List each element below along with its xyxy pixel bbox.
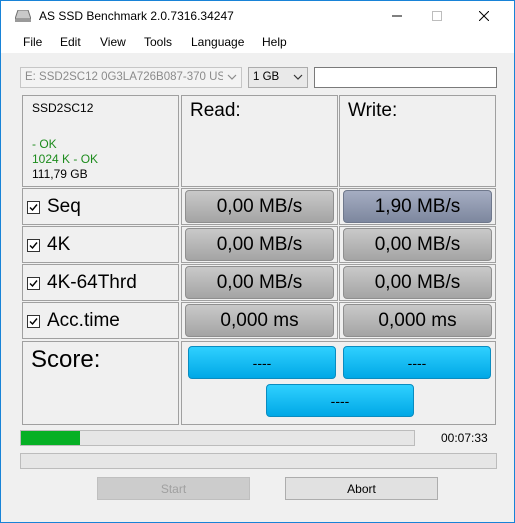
size-select-value: 1 GB xyxy=(253,71,280,83)
chevron-down-icon xyxy=(293,74,303,80)
read-header: Read: xyxy=(190,100,241,121)
alignment-status: 1024 K - OK xyxy=(32,152,99,166)
menu-view[interactable]: View xyxy=(100,35,126,49)
result-cell: 0,00 MB/s xyxy=(339,264,496,301)
check-icon xyxy=(29,279,38,287)
seq-label: Seq xyxy=(47,196,81,217)
drive-name: SSD2SC12 xyxy=(32,101,94,115)
result-cell: 0,000 ms xyxy=(181,302,338,339)
score-write: ---- xyxy=(343,346,491,379)
result-cell: 0,00 MB/s xyxy=(339,226,496,263)
write-header-panel: Write: xyxy=(339,95,496,187)
close-button[interactable] xyxy=(461,1,507,31)
4k-read-value: 0,00 MB/s xyxy=(185,228,334,261)
start-button[interactable]: Start xyxy=(97,477,250,500)
score-total: ---- xyxy=(266,384,414,417)
score-panel: ---- ---- ---- xyxy=(181,341,496,425)
row-label-panel: 4K xyxy=(22,226,179,263)
drive-capacity: 111,79 GB xyxy=(32,167,88,181)
maximize-button[interactable] xyxy=(414,1,460,31)
check-icon xyxy=(29,203,38,211)
row-label-panel: 4K-64Thrd xyxy=(22,264,179,301)
acc-time-write-value: 0,000 ms xyxy=(343,304,492,337)
acc-time-read-value: 0,000 ms xyxy=(185,304,334,337)
4k-64thrd-checkbox[interactable] xyxy=(27,276,40,290)
menu-tools[interactable]: Tools xyxy=(144,35,172,49)
size-select[interactable]: 1 GB xyxy=(248,67,308,88)
drive-icon xyxy=(15,10,31,22)
row-seq[interactable]: Seq xyxy=(27,196,81,218)
minimize-icon xyxy=(392,15,402,17)
menu-help[interactable]: Help xyxy=(262,35,287,49)
abort-button[interactable]: Abort xyxy=(285,477,438,500)
result-cell: 0,00 MB/s xyxy=(181,188,338,225)
result-cell: 0,000 ms xyxy=(339,302,496,339)
app-window: AS SSD Benchmark 2.0.7316.34247 File Edi… xyxy=(0,0,515,523)
extra-text-field[interactable] xyxy=(314,67,497,88)
chevron-down-icon xyxy=(227,74,237,80)
progress-fill xyxy=(21,431,80,445)
score-read: ---- xyxy=(188,346,336,379)
seq-checkbox[interactable] xyxy=(27,200,40,214)
4k-write-value: 0,00 MB/s xyxy=(343,228,492,261)
row-label-panel: Seq xyxy=(22,188,179,225)
acc-time-checkbox[interactable] xyxy=(27,314,40,328)
row-acc-time[interactable]: Acc.time xyxy=(27,310,120,332)
drive-info-panel: SSD2SC12 - OK 1024 K - OK 111,79 GB xyxy=(22,95,179,187)
drive-select-value: E: SSD2SC12 0G3LA726B087-370 USB Device xyxy=(25,71,223,83)
row-4k-64thrd[interactable]: 4K-64Thrd xyxy=(27,272,137,294)
4k-label: 4K xyxy=(47,234,71,255)
4k-checkbox[interactable] xyxy=(27,238,40,252)
maximize-icon xyxy=(432,11,442,21)
drive-select[interactable]: E: SSD2SC12 0G3LA726B087-370 USB Device xyxy=(20,67,242,88)
driver-status: - OK xyxy=(32,137,57,151)
result-cell: 1,90 MB/s xyxy=(339,188,496,225)
seq-read-value: 0,00 MB/s xyxy=(185,190,334,223)
read-header-panel: Read: xyxy=(181,95,338,187)
row-4k[interactable]: 4K xyxy=(27,234,70,256)
menu-bar: File Edit View Tools Language Help xyxy=(1,31,514,53)
row-label-panel: Acc.time xyxy=(22,302,179,339)
window-title: AS SSD Benchmark 2.0.7316.34247 xyxy=(39,9,234,23)
check-icon xyxy=(29,317,38,325)
menu-language[interactable]: Language xyxy=(191,35,244,49)
elapsed-time: 00:07:33 xyxy=(441,431,488,445)
4k-64thrd-write-value: 0,00 MB/s xyxy=(343,266,492,299)
menu-file[interactable]: File xyxy=(23,35,42,49)
check-icon xyxy=(29,241,38,249)
secondary-progress-bar xyxy=(20,453,497,469)
seq-write-value: 1,90 MB/s xyxy=(343,190,492,223)
4k-64thrd-read-value: 0,00 MB/s xyxy=(185,266,334,299)
title-bar: AS SSD Benchmark 2.0.7316.34247 xyxy=(1,1,514,31)
write-header: Write: xyxy=(348,100,398,121)
score-label: Score: xyxy=(31,346,101,373)
menu-edit[interactable]: Edit xyxy=(60,35,81,49)
result-cell: 0,00 MB/s xyxy=(181,226,338,263)
result-cell: 0,00 MB/s xyxy=(181,264,338,301)
progress-bar xyxy=(20,430,415,446)
close-icon xyxy=(479,11,489,21)
4k-64thrd-label: 4K-64Thrd xyxy=(47,272,137,293)
acc-time-label: Acc.time xyxy=(47,310,120,331)
